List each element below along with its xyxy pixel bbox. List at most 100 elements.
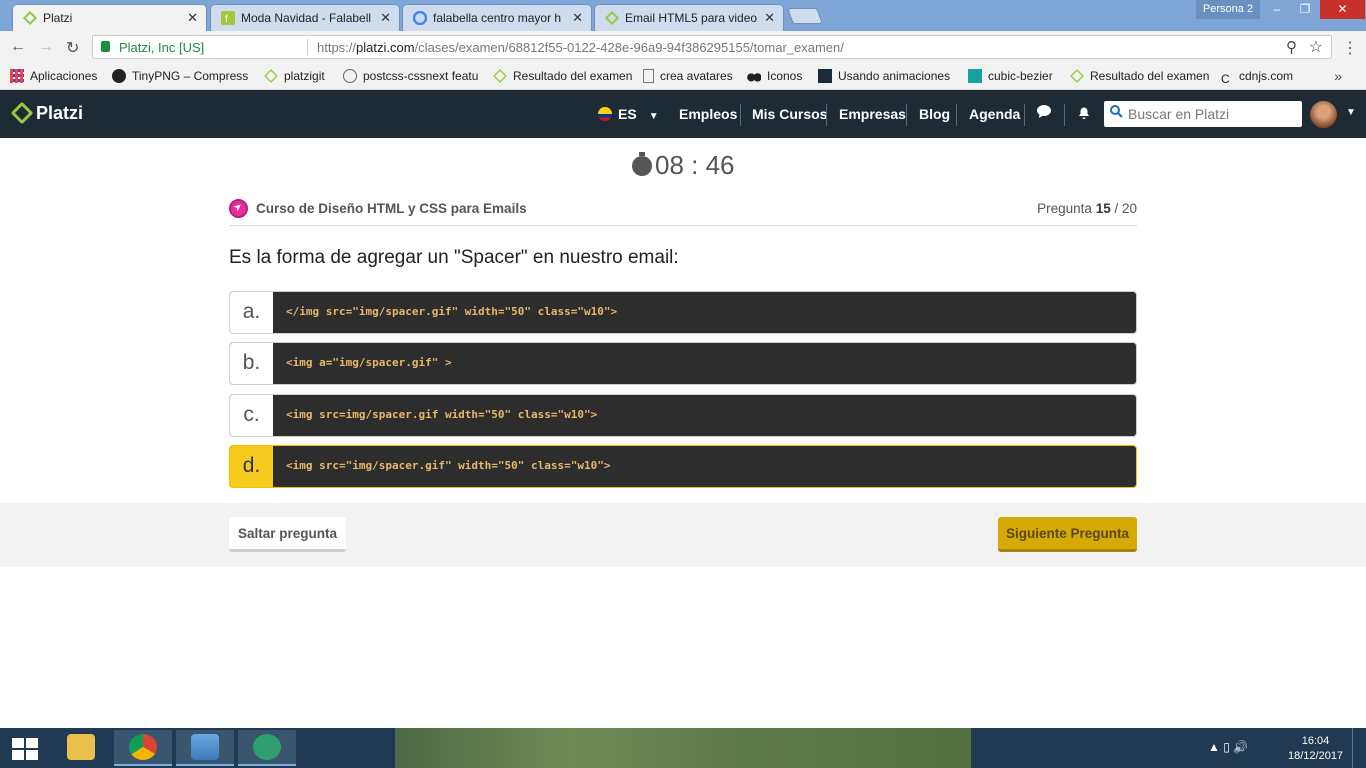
atom-icon [253, 734, 281, 760]
notifications-icon[interactable] [1076, 104, 1092, 124]
course-badge-icon [229, 199, 248, 218]
bookmark-item[interactable]: crea avatares [643, 69, 733, 83]
forward-arrow-icon[interactable]: → [38, 38, 54, 56]
falabella-favicon-icon: f [221, 11, 235, 25]
course-name: Curso de Diseño HTML y CSS para Emails [256, 201, 527, 216]
site-header: Platzi ES ▼ Empleos Mis Cursos Empresas B… [0, 90, 1366, 138]
bookmark-item[interactable]: TinyPNG – Compress [112, 69, 248, 83]
answer-option-a[interactable]: a. </img src="img/spacer.gif" width="50"… [229, 291, 1137, 334]
nav-empleos[interactable]: Empleos [679, 106, 737, 122]
tab-google[interactable]: falabella centro mayor h ✕ [402, 4, 592, 31]
close-tab-icon[interactable]: ✕ [764, 10, 775, 26]
new-tab-button[interactable] [787, 8, 823, 24]
site-identity[interactable]: Platzi, Inc [US] [119, 40, 204, 55]
platzi-icon [1070, 69, 1084, 83]
windows-taskbar: ▲ ▯ 🔊 16:04 18/12/2017 [0, 728, 1366, 768]
more-bookmarks-icon[interactable]: » [1334, 68, 1342, 84]
chrome-menu-icon[interactable]: ⋮ [1342, 38, 1358, 58]
close-tab-icon[interactable]: ✕ [572, 10, 583, 26]
close-tab-icon[interactable]: ✕ [187, 10, 198, 26]
profile-button[interactable]: Persona 2 [1196, 0, 1260, 19]
nav-mis-cursos[interactable]: Mis Cursos [752, 106, 827, 122]
bookmark-item[interactable]: Ccdnjs.com [1221, 69, 1293, 86]
address-bar[interactable]: Platzi, Inc [US] https://platzi.com/clas… [92, 35, 1332, 59]
lock-icon [101, 41, 110, 52]
course-header: Curso de Diseño HTML y CSS para Emails P… [229, 198, 1137, 226]
bookmark-item[interactable]: platzigit [264, 69, 325, 83]
tray-icons[interactable]: ▲ ▯ 🔊 [1208, 740, 1248, 754]
answer-option-b[interactable]: b. <img a="img/spacer.gif" > [229, 342, 1137, 385]
close-tab-icon[interactable]: ✕ [380, 10, 391, 26]
postcss-icon [343, 69, 357, 83]
answer-option-c[interactable]: c. <img src=img/spacer.gif width="50" cl… [229, 394, 1137, 437]
cdnjs-icon: C [1221, 72, 1230, 86]
platzi-logo[interactable]: Platzi [10, 101, 83, 125]
skip-question-button[interactable]: Saltar pregunta [229, 517, 346, 552]
timer-value: 08 : 46 [655, 150, 735, 180]
windows-start-icon[interactable] [12, 738, 40, 760]
nav-divider [1024, 104, 1025, 126]
url-scheme: https:// [317, 40, 357, 55]
chrome-taskbar-item[interactable] [114, 730, 172, 766]
search-icon [1110, 105, 1123, 121]
tab-title: Platzi [43, 11, 73, 25]
platzi-logo-icon [10, 101, 34, 125]
bookmark-item[interactable]: cubic-bezier [968, 69, 1053, 83]
page-icon [643, 69, 654, 83]
show-desktop-button[interactable] [1352, 728, 1366, 768]
avatar[interactable] [1310, 101, 1337, 128]
atom-taskbar-item[interactable] [238, 730, 296, 766]
desktop-wallpaper-peek [395, 728, 971, 768]
photos-taskbar-item[interactable] [176, 730, 234, 766]
apps-icon [10, 69, 24, 83]
option-code: <img a="img/spacer.gif" > [286, 356, 452, 369]
platzi-favicon-icon [604, 10, 620, 26]
bookmark-item[interactable]: Resultado del examen [1070, 69, 1209, 83]
url-path: /clases/examen/68812f55-0122-428e-96a9-9… [414, 40, 844, 55]
google-favicon-icon [412, 10, 428, 26]
platzi-icon [264, 69, 278, 83]
nav-divider [906, 104, 907, 126]
minimize-button[interactable]: – [1262, 0, 1292, 19]
bookmark-item[interactable]: postcss-cssnext featu [343, 69, 478, 83]
url-text[interactable]: https://platzi.com/clases/examen/68812f5… [317, 40, 844, 55]
zoom-icon[interactable]: ⚲ [1286, 38, 1297, 56]
file-explorer-taskbar-item[interactable] [52, 730, 110, 766]
nav-agenda[interactable]: Agenda [969, 106, 1020, 122]
tab-email-html5[interactable]: Email HTML5 para video ✕ [594, 4, 784, 31]
bookmark-star-icon[interactable]: ☆ [1309, 37, 1323, 57]
clock-time: 16:04 [1301, 735, 1330, 747]
search-input[interactable] [1128, 104, 1298, 124]
question-total: / 20 [1110, 201, 1137, 216]
close-window-button[interactable]: ✕ [1320, 0, 1365, 19]
reload-icon[interactable]: ↻ [66, 38, 79, 58]
back-arrow-icon[interactable]: ← [10, 38, 26, 56]
tab-platzi[interactable]: Platzi ✕ [12, 4, 207, 31]
browser-tabstrip: Platzi ✕ f Moda Navidad - Falabell ✕ fal… [0, 0, 1366, 31]
question-text: Es la forma de agregar un "Spacer" en nu… [229, 247, 679, 268]
option-letter: c. [230, 395, 273, 436]
system-clock[interactable]: 16:04 18/12/2017 [1288, 734, 1343, 764]
clock-date: 18/12/2017 [1288, 750, 1344, 762]
bookmark-item[interactable]: Aplicaciones [10, 69, 97, 83]
nav-blog[interactable]: Blog [919, 106, 950, 122]
chevron-down-icon[interactable]: ▼ [1346, 107, 1356, 118]
tab-falabella[interactable]: f Moda Navidad - Falabell ✕ [210, 4, 400, 31]
maximize-button[interactable]: ❐ [1290, 0, 1320, 19]
chat-bubble-icon[interactable] [1036, 104, 1052, 123]
answer-option-d[interactable]: d. <img src="img/spacer.gif" width="50" … [229, 445, 1137, 488]
stopwatch-icon [632, 152, 652, 176]
nav-empresas[interactable]: Empresas [839, 106, 906, 122]
chrome-icon [129, 734, 157, 760]
platzi-favicon-icon [22, 10, 38, 26]
bookmark-item[interactable]: Usando animaciones [818, 69, 950, 83]
bookmark-item[interactable]: Iconos [747, 69, 802, 83]
bookmark-item[interactable]: Resultado del examen [493, 69, 632, 83]
nav-divider [826, 104, 827, 126]
nav-divider [956, 104, 957, 126]
next-question-button[interactable]: Siguiente Pregunta [998, 517, 1137, 552]
language-selector[interactable]: ES ▼ [598, 106, 659, 122]
question-counter: Pregunta 15 / 20 [1037, 201, 1137, 216]
exam-timer: 08 : 46 [632, 150, 735, 181]
exam-actions: Saltar pregunta Siguiente Pregunta [0, 503, 1366, 567]
